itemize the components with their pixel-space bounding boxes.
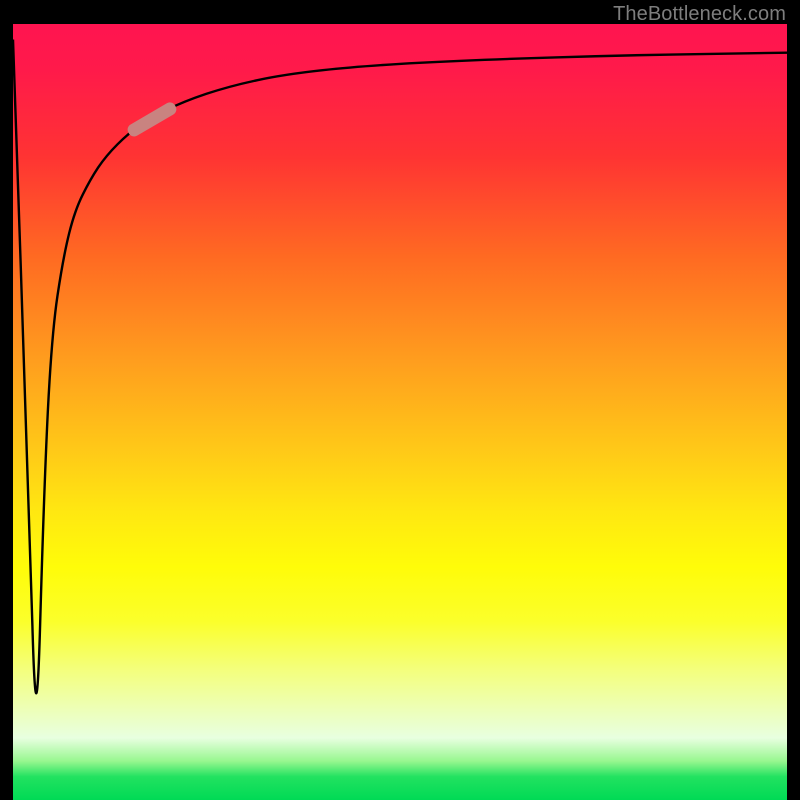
curve-layer xyxy=(13,24,787,800)
chart-frame xyxy=(13,24,787,800)
bottleneck-curve xyxy=(13,40,787,694)
watermark-text: TheBottleneck.com xyxy=(613,3,786,26)
